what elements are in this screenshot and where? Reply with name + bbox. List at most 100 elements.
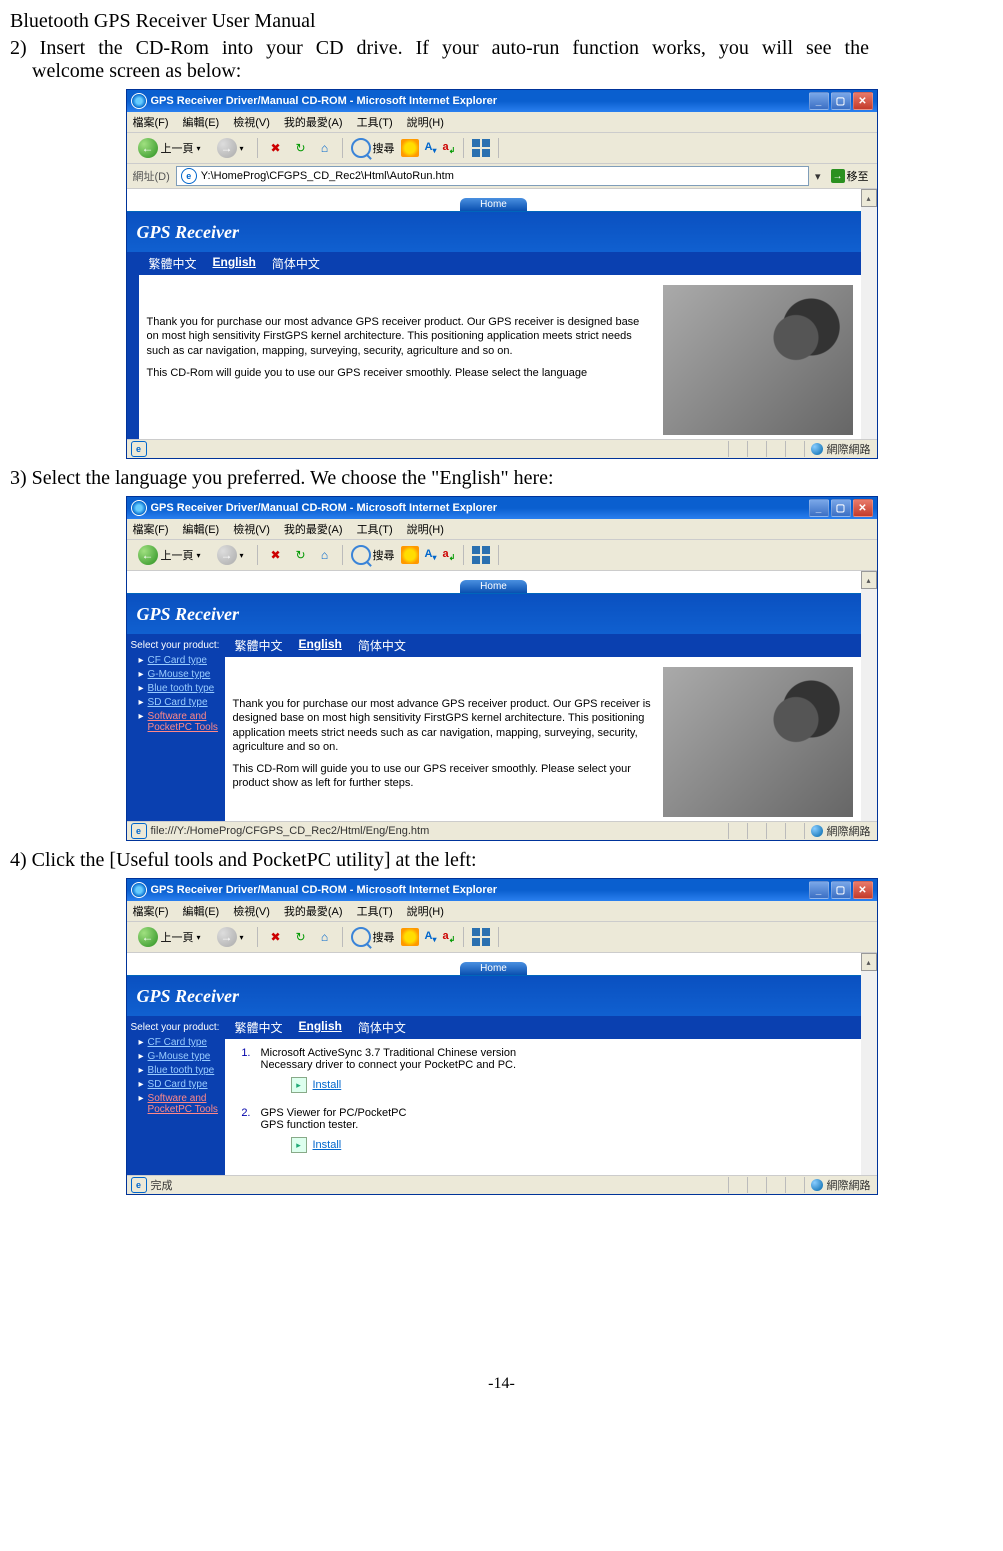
sidebar-item-cf-card[interactable]: ▸CF Card type — [139, 655, 221, 666]
a-blue-icon[interactable]: A▾ — [425, 141, 437, 155]
search-button[interactable]: 搜尋 — [351, 138, 395, 158]
menu-tools[interactable]: 工具(T) — [357, 521, 393, 537]
screenshot-2-ie-window: GPS Receiver Driver/Manual CD-ROM - Micr… — [126, 496, 878, 841]
vertical-scrollbar[interactable]: ▴ — [861, 571, 877, 821]
window-title: GPS Receiver Driver/Manual CD-ROM - Micr… — [151, 95, 809, 107]
lang-traditional-chinese[interactable]: 繁體中文 — [235, 1019, 283, 1036]
titlebar: GPS Receiver Driver/Manual CD-ROM - Micr… — [127, 879, 877, 901]
sidebar-item-bluetooth[interactable]: ▸Blue tooth type — [139, 683, 221, 694]
a-red-icon[interactable]: a↲ — [443, 930, 456, 944]
status-done: 完成 — [151, 1177, 173, 1193]
menu-file[interactable]: 檔案(F) — [133, 903, 169, 919]
lang-traditional-chinese[interactable]: 繁體中文 — [235, 637, 283, 654]
close-button[interactable]: ✕ — [853, 881, 873, 899]
stop-icon[interactable]: ✖ — [266, 138, 286, 158]
sidebar-item-bluetooth[interactable]: ▸Blue tooth type — [139, 1065, 221, 1076]
refresh-icon[interactable]: ↻ — [292, 928, 310, 946]
lang-traditional-chinese[interactable]: 繁體中文 — [149, 255, 197, 272]
go-button[interactable]: → 移至 — [827, 168, 873, 184]
close-button[interactable]: ✕ — [853, 92, 873, 110]
vertical-scrollbar[interactable]: ▴ — [861, 953, 877, 1175]
favorites-icon[interactable] — [401, 139, 419, 157]
menu-file[interactable]: 檔案(F) — [133, 521, 169, 537]
address-dropdown-icon[interactable]: ▾ — [813, 170, 823, 183]
sidebar-item-g-mouse[interactable]: ▸G-Mouse type — [139, 1051, 221, 1062]
sidebar-item-software-tools[interactable]: ▸Software and PocketPC Tools — [139, 711, 221, 733]
menu-tools[interactable]: 工具(T) — [357, 114, 393, 130]
home-tab[interactable]: Home — [460, 580, 527, 593]
grid-icon[interactable] — [472, 546, 490, 564]
search-button[interactable]: 搜尋 — [351, 545, 395, 565]
menu-file[interactable]: 檔案(F) — [133, 114, 169, 130]
back-button[interactable]: ← 上一頁 ▾ — [133, 543, 206, 567]
minimize-button[interactable]: _ — [809, 499, 829, 517]
a-blue-icon[interactable]: A▾ — [425, 548, 437, 562]
menu-favorites[interactable]: 我的最愛(A) — [284, 903, 343, 919]
home-icon[interactable]: ⌂ — [316, 139, 334, 157]
menu-help[interactable]: 說明(H) — [407, 903, 444, 919]
favorites-icon[interactable] — [401, 928, 419, 946]
sidebar-item-sd-card[interactable]: ▸SD Card type — [139, 697, 221, 708]
menu-help[interactable]: 說明(H) — [407, 521, 444, 537]
sidebar-item-software-tools[interactable]: ▸Software and PocketPC Tools — [139, 1093, 221, 1115]
close-button[interactable]: ✕ — [853, 499, 873, 517]
menu-view[interactable]: 檢視(V) — [233, 521, 270, 537]
grid-icon[interactable] — [472, 928, 490, 946]
scroll-up-icon[interactable]: ▴ — [861, 953, 877, 971]
a-red-icon[interactable]: a↲ — [443, 548, 456, 562]
forward-arrow-icon: → — [217, 927, 237, 947]
lang-english[interactable]: English — [299, 1019, 342, 1036]
favorites-icon[interactable] — [401, 546, 419, 564]
menu-help[interactable]: 說明(H) — [407, 114, 444, 130]
lang-english[interactable]: English — [213, 255, 256, 272]
install-link-1[interactable]: ▸ Install — [291, 1077, 517, 1093]
lang-english[interactable]: English — [299, 637, 342, 654]
sidebar-item-g-mouse[interactable]: ▸G-Mouse type — [139, 669, 221, 680]
scroll-up-icon[interactable]: ▴ — [861, 189, 877, 207]
home-icon[interactable]: ⌂ — [316, 546, 334, 564]
home-tab[interactable]: Home — [460, 962, 527, 975]
vertical-scrollbar[interactable]: ▴ — [861, 189, 877, 439]
menu-view[interactable]: 檢視(V) — [233, 114, 270, 130]
address-field[interactable]: e Y:\HomeProg\CFGPS_CD_Rec2\Html\AutoRun… — [176, 166, 809, 186]
menu-favorites[interactable]: 我的最愛(A) — [284, 521, 343, 537]
internet-zone: 網際網路 — [804, 1177, 877, 1193]
search-button[interactable]: 搜尋 — [351, 927, 395, 947]
stop-icon[interactable]: ✖ — [266, 927, 286, 947]
menu-edit[interactable]: 編輯(E) — [183, 521, 220, 537]
maximize-button[interactable]: ▢ — [831, 499, 851, 517]
lang-simplified-chinese[interactable]: 简体中文 — [272, 255, 320, 272]
minimize-button[interactable]: _ — [809, 881, 829, 899]
install-link-2[interactable]: ▸ Install — [291, 1137, 407, 1153]
menu-tools[interactable]: 工具(T) — [357, 903, 393, 919]
forward-button[interactable]: → ▾ — [212, 925, 249, 949]
stop-icon[interactable]: ✖ — [266, 545, 286, 565]
home-icon[interactable]: ⌂ — [316, 928, 334, 946]
refresh-icon[interactable]: ↻ — [292, 546, 310, 564]
sidebar-item-cf-card[interactable]: ▸CF Card type — [139, 1037, 221, 1048]
sidebar-item-sd-card[interactable]: ▸SD Card type — [139, 1079, 221, 1090]
maximize-button[interactable]: ▢ — [831, 92, 851, 110]
menu-edit[interactable]: 編輯(E) — [183, 903, 220, 919]
lang-simplified-chinese[interactable]: 简体中文 — [358, 637, 406, 654]
home-tab[interactable]: Home — [460, 198, 527, 211]
a-red-icon[interactable]: a↲ — [443, 141, 456, 155]
forward-button[interactable]: → ▾ — [212, 543, 249, 567]
back-button[interactable]: ← 上一頁 ▾ — [133, 136, 206, 160]
forward-button[interactable]: → ▾ — [212, 136, 249, 160]
minimize-button[interactable]: _ — [809, 92, 829, 110]
welcome-paragraph-1: Thank you for purchase our most advance … — [147, 315, 655, 358]
maximize-button[interactable]: ▢ — [831, 881, 851, 899]
menu-edit[interactable]: 編輯(E) — [183, 114, 220, 130]
sidebar-blue-strip — [127, 252, 139, 439]
scroll-up-icon[interactable]: ▴ — [861, 571, 877, 589]
grid-icon[interactable] — [472, 139, 490, 157]
a-blue-icon[interactable]: A▾ — [425, 930, 437, 944]
search-icon — [351, 927, 371, 947]
menu-favorites[interactable]: 我的最愛(A) — [284, 114, 343, 130]
back-button[interactable]: ← 上一頁 ▾ — [133, 925, 206, 949]
refresh-icon[interactable]: ↻ — [292, 139, 310, 157]
go-arrow-icon: → — [831, 169, 845, 183]
menu-view[interactable]: 檢視(V) — [233, 903, 270, 919]
lang-simplified-chinese[interactable]: 简体中文 — [358, 1019, 406, 1036]
